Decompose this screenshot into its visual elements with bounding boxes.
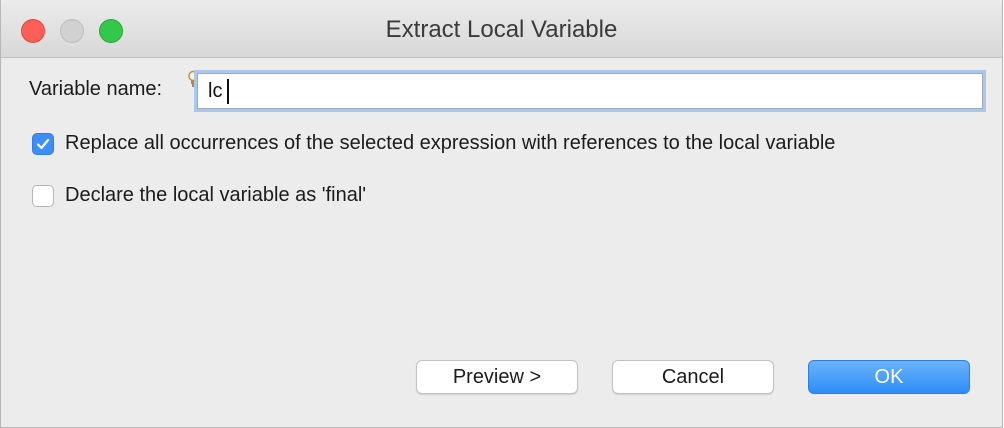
ok-button[interactable]: OK: [808, 360, 970, 394]
extract-local-variable-dialog: Extract Local Variable Variable name: Re…: [0, 0, 1003, 428]
declare-final-checkbox[interactable]: [32, 185, 54, 207]
cancel-button[interactable]: Cancel: [612, 360, 774, 394]
text-caret: [227, 79, 229, 104]
replace-all-label[interactable]: Replace all occurrences of the selected …: [65, 132, 835, 155]
window-title: Extract Local Variable: [385, 16, 618, 43]
checkmark-icon: [36, 138, 50, 150]
preview-button[interactable]: Preview >: [416, 360, 578, 394]
declare-final-label[interactable]: Declare the local variable as 'final': [65, 184, 366, 207]
variable-name-label: Variable name:: [29, 78, 163, 100]
title-bar: Extract Local Variable: [1, 0, 1002, 58]
variable-name-input[interactable]: [197, 73, 983, 109]
replace-all-checkbox[interactable]: [32, 133, 54, 155]
